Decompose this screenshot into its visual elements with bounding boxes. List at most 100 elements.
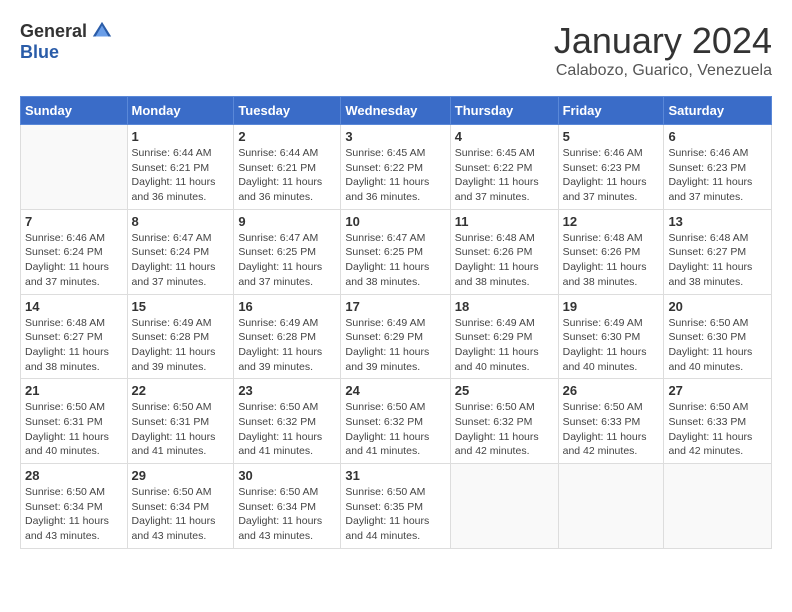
- calendar-week-1: 1 Sunrise: 6:44 AMSunset: 6:21 PMDaylight…: [21, 125, 772, 210]
- day-number: 27: [668, 383, 767, 398]
- day-number: 17: [345, 299, 445, 314]
- day-info: Sunrise: 6:48 AMSunset: 6:26 PMDaylight:…: [455, 231, 554, 290]
- day-info: Sunrise: 6:50 AMSunset: 6:32 PMDaylight:…: [238, 400, 336, 459]
- day-info: Sunrise: 6:50 AMSunset: 6:34 PMDaylight:…: [132, 485, 230, 544]
- calendar-cell: 5 Sunrise: 6:46 AMSunset: 6:23 PMDaylight…: [558, 125, 664, 210]
- weekday-header-monday: Monday: [127, 97, 234, 125]
- calendar-cell: 13Sunrise: 6:48 AMSunset: 6:27 PMDayligh…: [664, 209, 772, 294]
- day-info: Sunrise: 6:44 AMSunset: 6:21 PMDaylight:…: [132, 146, 230, 205]
- day-number: 4: [455, 129, 554, 144]
- day-info: Sunrise: 6:47 AMSunset: 6:25 PMDaylight:…: [345, 231, 445, 290]
- day-number: 22: [132, 383, 230, 398]
- day-number: 10: [345, 214, 445, 229]
- day-info: Sunrise: 6:44 AMSunset: 6:21 PMDaylight:…: [238, 146, 336, 205]
- weekday-header-wednesday: Wednesday: [341, 97, 450, 125]
- day-info: Sunrise: 6:50 AMSunset: 6:31 PMDaylight:…: [132, 400, 230, 459]
- day-info: Sunrise: 6:49 AMSunset: 6:29 PMDaylight:…: [455, 316, 554, 375]
- calendar-cell: 17Sunrise: 6:49 AMSunset: 6:29 PMDayligh…: [341, 294, 450, 379]
- calendar-cell: 14 Sunrise: 6:48 AMSunset: 6:27 PMDayligh…: [21, 294, 128, 379]
- calendar-cell: [21, 125, 128, 210]
- day-number: 26: [563, 383, 660, 398]
- day-info: Sunrise: 6:50 AMSunset: 6:32 PMDaylight:…: [345, 400, 445, 459]
- day-info: Sunrise: 6:47 AMSunset: 6:24 PMDaylight:…: [132, 231, 230, 290]
- day-number: 11: [455, 214, 554, 229]
- day-info: Sunrise: 6:46 AMSunset: 6:23 PMDaylight:…: [668, 146, 767, 205]
- calendar-cell: 24Sunrise: 6:50 AMSunset: 6:32 PMDayligh…: [341, 379, 450, 464]
- calendar-week-3: 14 Sunrise: 6:48 AMSunset: 6:27 PMDayligh…: [21, 294, 772, 379]
- day-number: 16: [238, 299, 336, 314]
- calendar-week-2: 7 Sunrise: 6:46 AMSunset: 6:24 PMDaylight…: [21, 209, 772, 294]
- day-number: 25: [455, 383, 554, 398]
- calendar-cell: 4Sunrise: 6:45 AMSunset: 6:22 PMDaylight…: [450, 125, 558, 210]
- day-number: 29: [132, 468, 230, 483]
- calendar-cell: 7 Sunrise: 6:46 AMSunset: 6:24 PMDaylight…: [21, 209, 128, 294]
- page-header: General Blue January 2024 Calabozo, Guar…: [20, 20, 772, 80]
- calendar-cell: 20 Sunrise: 6:50 AMSunset: 6:30 PMDayligh…: [664, 294, 772, 379]
- calendar-cell: 26 Sunrise: 6:50 AMSunset: 6:33 PMDayligh…: [558, 379, 664, 464]
- day-number: 23: [238, 383, 336, 398]
- calendar-cell: 16 Sunrise: 6:49 AMSunset: 6:28 PMDayligh…: [234, 294, 341, 379]
- location: Calabozo, Guarico, Venezuela: [554, 62, 772, 80]
- calendar-cell: [450, 464, 558, 549]
- calendar-cell: [558, 464, 664, 549]
- day-number: 2: [238, 129, 336, 144]
- calendar-cell: 21Sunrise: 6:50 AMSunset: 6:31 PMDayligh…: [21, 379, 128, 464]
- calendar-cell: 27 Sunrise: 6:50 AMSunset: 6:33 PMDayligh…: [664, 379, 772, 464]
- calendar-cell: 3 Sunrise: 6:45 AMSunset: 6:22 PMDaylight…: [341, 125, 450, 210]
- day-number: 7: [25, 214, 123, 229]
- calendar-week-4: 21 Sunrise: 6:50 AMSunset: 6:31 PMDayligh…: [21, 379, 772, 464]
- calendar-cell: 10 Sunrise: 6:47 AMSunset: 6:25 PMDayligh…: [341, 209, 450, 294]
- day-info: Sunrise: 6:45 AMSunset: 6:22 PMDaylight:…: [345, 146, 445, 205]
- day-number: 20: [668, 299, 767, 314]
- day-info: Sunrise: 6:50 AMSunset: 6:33 PMDaylight:…: [563, 400, 660, 459]
- day-number: 13: [668, 214, 767, 229]
- weekday-header-row: SundayMondayTuesdayWednesdayThursdayFrid…: [21, 97, 772, 125]
- calendar-cell: 18Sunrise: 6:49 AMSunset: 6:29 PMDayligh…: [450, 294, 558, 379]
- day-info: Sunrise: 6:50 AMSunset: 6:35 PMDaylight:…: [345, 485, 445, 544]
- weekday-header-sunday: Sunday: [21, 97, 128, 125]
- calendar-cell: 31 Sunrise: 6:50 AMSunset: 6:35 PMDayligh…: [341, 464, 450, 549]
- day-number: 31: [345, 468, 445, 483]
- month-title: January 2024: [554, 20, 772, 62]
- day-info: Sunrise: 6:49 AMSunset: 6:30 PMDaylight:…: [563, 316, 660, 375]
- calendar-week-5: 28Sunrise: 6:50 AMSunset: 6:34 PMDayligh…: [21, 464, 772, 549]
- calendar-cell: 25 Sunrise: 6:50 AMSunset: 6:32 PMDayligh…: [450, 379, 558, 464]
- day-number: 19: [563, 299, 660, 314]
- calendar-cell: 23 Sunrise: 6:50 AMSunset: 6:32 PMDayligh…: [234, 379, 341, 464]
- logo-general: General: [20, 21, 87, 42]
- day-info: Sunrise: 6:50 AMSunset: 6:32 PMDaylight:…: [455, 400, 554, 459]
- day-number: 1: [132, 129, 230, 144]
- day-info: Sunrise: 6:50 AMSunset: 6:30 PMDaylight:…: [668, 316, 767, 375]
- calendar-cell: [664, 464, 772, 549]
- logo-icon: [91, 20, 113, 42]
- day-info: Sunrise: 6:48 AMSunset: 6:26 PMDaylight:…: [563, 231, 660, 290]
- calendar-cell: 11 Sunrise: 6:48 AMSunset: 6:26 PMDayligh…: [450, 209, 558, 294]
- day-info: Sunrise: 6:47 AMSunset: 6:25 PMDaylight:…: [238, 231, 336, 290]
- calendar-cell: 8 Sunrise: 6:47 AMSunset: 6:24 PMDaylight…: [127, 209, 234, 294]
- logo-blue: Blue: [20, 42, 59, 63]
- day-info: Sunrise: 6:50 AMSunset: 6:34 PMDaylight:…: [238, 485, 336, 544]
- day-info: Sunrise: 6:50 AMSunset: 6:33 PMDaylight:…: [668, 400, 767, 459]
- calendar-cell: 6Sunrise: 6:46 AMSunset: 6:23 PMDaylight…: [664, 125, 772, 210]
- weekday-header-tuesday: Tuesday: [234, 97, 341, 125]
- day-info: Sunrise: 6:46 AMSunset: 6:24 PMDaylight:…: [25, 231, 123, 290]
- day-number: 21: [25, 383, 123, 398]
- calendar-cell: 29 Sunrise: 6:50 AMSunset: 6:34 PMDayligh…: [127, 464, 234, 549]
- day-number: 14: [25, 299, 123, 314]
- day-info: Sunrise: 6:46 AMSunset: 6:23 PMDaylight:…: [563, 146, 660, 205]
- calendar-table: SundayMondayTuesdayWednesdayThursdayFrid…: [20, 96, 772, 549]
- day-number: 8: [132, 214, 230, 229]
- weekday-header-friday: Friday: [558, 97, 664, 125]
- day-number: 5: [563, 129, 660, 144]
- day-info: Sunrise: 6:50 AMSunset: 6:34 PMDaylight:…: [25, 485, 123, 544]
- day-info: Sunrise: 6:49 AMSunset: 6:28 PMDaylight:…: [132, 316, 230, 375]
- day-number: 3: [345, 129, 445, 144]
- calendar-cell: 22 Sunrise: 6:50 AMSunset: 6:31 PMDayligh…: [127, 379, 234, 464]
- day-info: Sunrise: 6:48 AMSunset: 6:27 PMDaylight:…: [25, 316, 123, 375]
- calendar-cell: 19 Sunrise: 6:49 AMSunset: 6:30 PMDayligh…: [558, 294, 664, 379]
- calendar-cell: 2 Sunrise: 6:44 AMSunset: 6:21 PMDaylight…: [234, 125, 341, 210]
- weekday-header-saturday: Saturday: [664, 97, 772, 125]
- calendar-cell: 9Sunrise: 6:47 AMSunset: 6:25 PMDaylight…: [234, 209, 341, 294]
- title-section: January 2024 Calabozo, Guarico, Venezuel…: [554, 20, 772, 80]
- day-info: Sunrise: 6:49 AMSunset: 6:28 PMDaylight:…: [238, 316, 336, 375]
